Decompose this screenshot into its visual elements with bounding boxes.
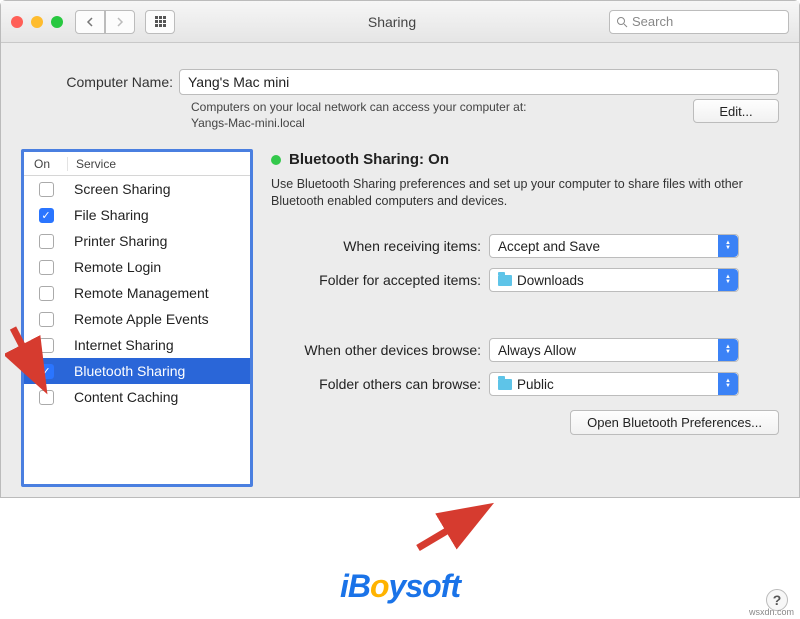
- service-label: File Sharing: [68, 207, 250, 223]
- chevron-updown-icon: ▲▼: [718, 269, 738, 291]
- annotation-arrow-icon: [410, 500, 500, 560]
- window-title: Sharing: [175, 14, 609, 30]
- service-checkbox[interactable]: [39, 312, 54, 327]
- minimize-icon[interactable]: [31, 16, 43, 28]
- service-row[interactable]: Printer Sharing: [24, 228, 250, 254]
- service-label: Content Caching: [68, 389, 250, 405]
- service-checkbox[interactable]: ✓: [39, 364, 54, 379]
- open-bluetooth-prefs-button[interactable]: Open Bluetooth Preferences...: [570, 410, 779, 435]
- service-label: Internet Sharing: [68, 337, 250, 353]
- browse-label: When other devices browse:: [271, 342, 481, 358]
- detail-panel: Bluetooth Sharing: On Use Bluetooth Shar…: [271, 149, 779, 487]
- service-checkbox[interactable]: [39, 390, 54, 405]
- grid-icon: [155, 16, 166, 27]
- col-on: On: [24, 157, 68, 171]
- service-row[interactable]: Content Caching: [24, 384, 250, 410]
- sharing-window: Sharing Search Computer Name: Yang's Mac…: [0, 0, 800, 498]
- accepted-folder-dropdown[interactable]: Downloads ▲▼: [489, 268, 739, 292]
- search-placeholder: Search: [632, 14, 673, 29]
- nav-buttons: [75, 10, 135, 34]
- service-row[interactable]: ✓ File Sharing: [24, 202, 250, 228]
- search-icon: [616, 16, 628, 28]
- browse-dropdown[interactable]: Always Allow ▲▼: [489, 338, 739, 362]
- search-input[interactable]: Search: [609, 10, 789, 34]
- service-row[interactable]: Remote Management: [24, 280, 250, 306]
- others-folder-dropdown[interactable]: Public ▲▼: [489, 372, 739, 396]
- computer-name-row: Computer Name: Yang's Mac mini: [21, 69, 779, 95]
- service-label: Remote Management: [68, 285, 250, 301]
- service-row[interactable]: ✓ Bluetooth Sharing: [24, 358, 250, 384]
- status-text: Bluetooth Sharing: On: [289, 151, 449, 168]
- folder-icon: [498, 379, 512, 390]
- others-folder-label: Folder others can browse:: [271, 376, 481, 392]
- chevron-updown-icon: ▲▼: [718, 339, 738, 361]
- zoom-icon[interactable]: [51, 16, 63, 28]
- status-dot-icon: [271, 155, 281, 165]
- service-row[interactable]: Remote Apple Events: [24, 306, 250, 332]
- computer-name-label: Computer Name:: [21, 74, 173, 90]
- services-header: On Service: [24, 152, 250, 176]
- edit-button[interactable]: Edit...: [693, 99, 779, 123]
- service-checkbox[interactable]: [39, 286, 54, 301]
- service-label: Bluetooth Sharing: [68, 363, 250, 379]
- chevron-updown-icon: ▲▼: [718, 373, 738, 395]
- small-watermark: wsxdn.com: [749, 607, 794, 617]
- receiving-dropdown[interactable]: Accept and Save ▲▼: [489, 234, 739, 258]
- brand-watermark: iBoysoft: [340, 568, 460, 605]
- service-checkbox[interactable]: ✓: [39, 208, 54, 223]
- titlebar: Sharing Search: [1, 1, 799, 43]
- service-row[interactable]: Internet Sharing: [24, 332, 250, 358]
- close-icon[interactable]: [11, 16, 23, 28]
- services-list: On Service Screen Sharing ✓ File Sharing Pr…: [21, 149, 253, 487]
- chevron-updown-icon: ▲▼: [718, 235, 738, 257]
- traffic-lights: [11, 16, 63, 28]
- status-row: Bluetooth Sharing: On: [271, 151, 779, 168]
- receiving-label: When receiving items:: [271, 238, 481, 254]
- computer-name-hint: Computers on your local network can acce…: [191, 99, 681, 131]
- service-label: Screen Sharing: [68, 181, 250, 197]
- show-all-button[interactable]: [145, 10, 175, 34]
- folder-icon: [498, 275, 512, 286]
- service-checkbox[interactable]: [39, 234, 54, 249]
- back-button[interactable]: [75, 10, 105, 34]
- content: Computer Name: Yang's Mac mini Computers…: [1, 43, 799, 497]
- detail-description: Use Bluetooth Sharing preferences and se…: [271, 176, 779, 210]
- service-checkbox[interactable]: [39, 338, 54, 353]
- forward-button[interactable]: [105, 10, 135, 34]
- service-label: Printer Sharing: [68, 233, 250, 249]
- computer-name-field[interactable]: Yang's Mac mini: [179, 69, 779, 95]
- service-label: Remote Apple Events: [68, 311, 250, 327]
- service-checkbox[interactable]: [39, 260, 54, 275]
- col-service: Service: [68, 157, 250, 171]
- service-row[interactable]: Remote Login: [24, 254, 250, 280]
- service-checkbox[interactable]: [39, 182, 54, 197]
- service-label: Remote Login: [68, 259, 250, 275]
- accepted-folder-label: Folder for accepted items:: [271, 272, 481, 288]
- service-row[interactable]: Screen Sharing: [24, 176, 250, 202]
- computer-name-hint-row: Computers on your local network can acce…: [21, 99, 779, 131]
